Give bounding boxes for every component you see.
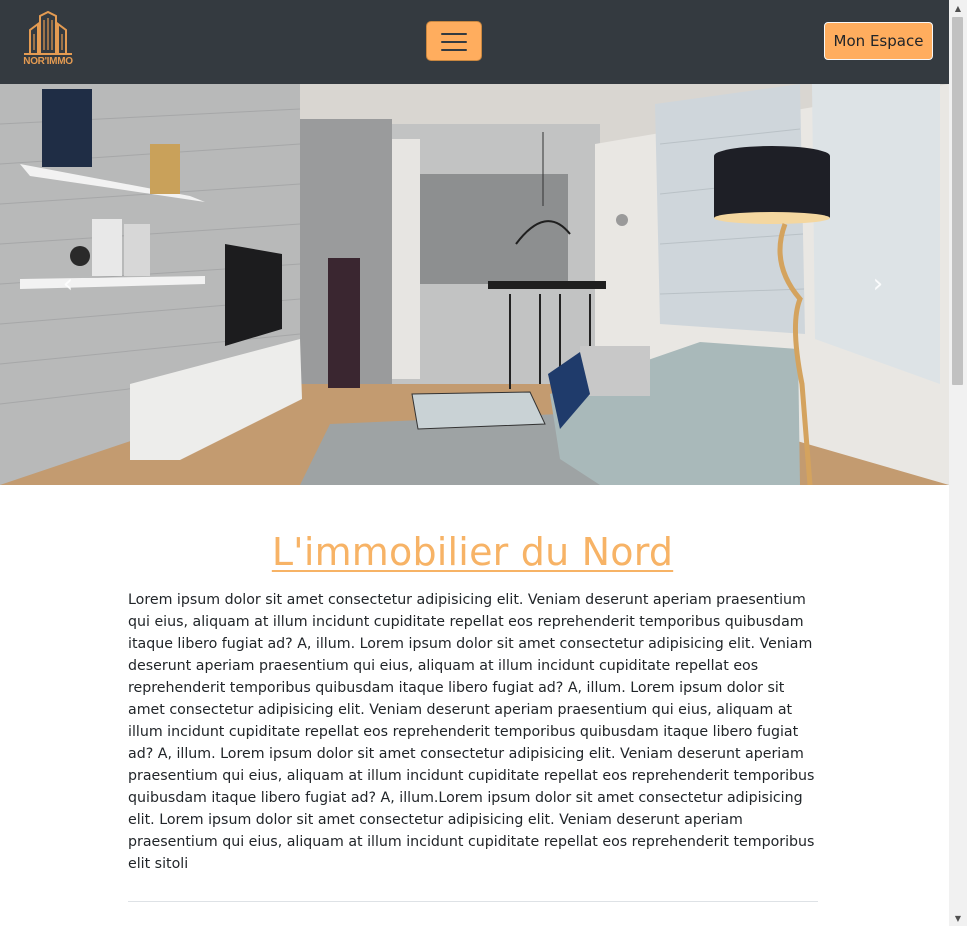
brand-logo[interactable]: NOR'IMMO xyxy=(22,10,74,72)
building-logo-icon xyxy=(24,10,72,55)
scroll-up-icon[interactable]: ▲ xyxy=(949,0,967,16)
living-room-image xyxy=(0,84,949,485)
intro-paragraph: Lorem ipsum dolor sit amet consectetur a… xyxy=(128,592,815,872)
scroll-thumb[interactable] xyxy=(952,17,963,385)
page-scrollbar[interactable]: ▲ ▼ xyxy=(949,0,967,926)
navbar: NOR'IMMO Mon Espace xyxy=(0,0,949,84)
chevron-right-icon: › xyxy=(872,269,884,299)
carousel-prev-button[interactable]: ‹ xyxy=(48,264,88,304)
hero-carousel: ‹ › xyxy=(0,84,949,485)
chevron-left-icon: ‹ xyxy=(62,269,74,299)
brand-name: NOR'IMMO xyxy=(23,56,73,67)
mon-espace-button[interactable]: Mon Espace xyxy=(824,22,933,60)
page-title[interactable]: L'immobilier du Nord xyxy=(0,530,945,574)
page: NOR'IMMO Mon Espace ‹ › L'immobilier du … xyxy=(0,0,949,926)
divider xyxy=(128,901,818,902)
menu-toggle-button[interactable] xyxy=(426,21,482,61)
carousel-next-button[interactable]: › xyxy=(858,264,898,304)
scroll-down-icon[interactable]: ▼ xyxy=(949,910,967,926)
